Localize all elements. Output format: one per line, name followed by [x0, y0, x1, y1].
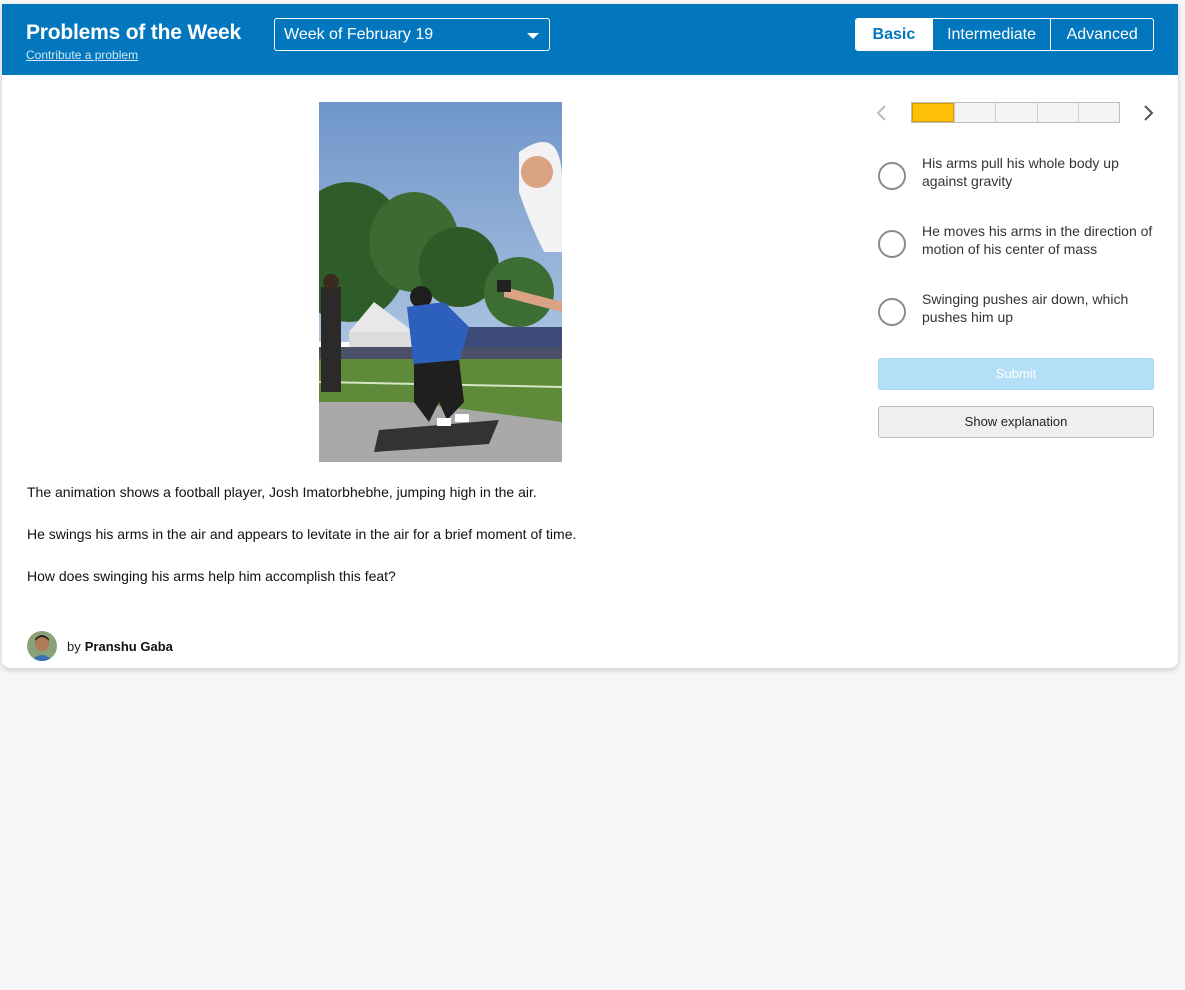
by-label: by [67, 638, 81, 654]
radio-button[interactable] [878, 298, 906, 326]
progress-step[interactable] [1077, 103, 1119, 122]
answer-choice-label: His arms pull his whole body up against … [922, 155, 1119, 189]
page-title: Problems of the Week [26, 21, 242, 44]
chevron-left-icon[interactable] [874, 103, 890, 123]
progress-step[interactable] [912, 103, 955, 122]
answer-choice[interactable]: His arms pull his whole body up against … [878, 154, 1156, 194]
tab-basic[interactable]: Basic [856, 19, 932, 50]
problem-statement: The animation shows a football player, J… [27, 484, 847, 610]
progress-step[interactable] [954, 103, 995, 122]
author-credit: by Pranshu Gaba [27, 631, 173, 661]
radio-button[interactable] [878, 162, 906, 190]
answer-choice[interactable]: Swinging pushes air down, which pushes h… [878, 290, 1156, 330]
radio-button[interactable] [878, 230, 906, 258]
answer-choice[interactable]: He moves his arms in the direction of mo… [878, 222, 1156, 262]
progress-step[interactable] [995, 103, 1036, 122]
progress-step[interactable] [1036, 103, 1078, 122]
problem-animation [319, 102, 562, 462]
header-bar: Problems of the Week Contribute a proble… [2, 4, 1178, 75]
answer-choice-label: Swinging pushes air down, which pushes h… [922, 291, 1129, 325]
chevron-right-icon[interactable] [1140, 103, 1156, 123]
problem-paragraph: The animation shows a football player, J… [27, 484, 537, 500]
avatar[interactable] [27, 631, 57, 661]
problem-question: How does swinging his arms help him acco… [27, 568, 396, 584]
author-name[interactable]: Pranshu Gaba [85, 639, 173, 654]
caret-down-icon [527, 33, 539, 39]
tab-intermediate[interactable]: Intermediate [931, 19, 1051, 50]
answer-choice-label: He moves his arms in the direction of mo… [922, 223, 1153, 257]
tab-advanced[interactable]: Advanced [1050, 19, 1153, 50]
level-tabs: Basic Intermediate Advanced [855, 18, 1154, 51]
show-explanation-button[interactable]: Show explanation [878, 406, 1154, 438]
contribute-link[interactable]: Contribute a problem [26, 48, 138, 62]
submit-button[interactable]: Submit [878, 358, 1154, 390]
problem-paragraph: He swings his arms in the air and appear… [27, 526, 577, 542]
week-select[interactable]: Week of February 19 [274, 18, 550, 51]
problem-card: Problems of the Week Contribute a proble… [2, 4, 1178, 668]
animation-frame-image [319, 102, 562, 462]
week-select-value: Week of February 19 [284, 26, 434, 43]
progress-bar [911, 102, 1120, 123]
